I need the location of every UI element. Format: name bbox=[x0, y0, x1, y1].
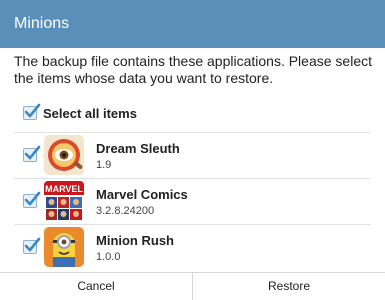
app-checkbox[interactable] bbox=[23, 237, 41, 254]
restore-button[interactable]: Restore bbox=[192, 273, 385, 300]
cancel-button[interactable]: Cancel bbox=[0, 273, 192, 300]
dialog-message: The backup file contains these applicati… bbox=[14, 53, 372, 86]
checkmark-icon bbox=[24, 237, 41, 252]
select-all-checkbox[interactable] bbox=[23, 103, 41, 120]
app-name: Marvel Comics bbox=[96, 187, 188, 202]
select-all-row[interactable]: Select all items bbox=[23, 103, 137, 122]
app-row-dream-sleuth[interactable]: Dream Sleuth 1.9 bbox=[0, 134, 385, 178]
app-row-marvel-comics[interactable]: MARVEL Marvel Comics 3.2.8.24200 bbox=[0, 180, 385, 224]
marvel-logo-text: MARVEL bbox=[45, 184, 83, 194]
dialog-title: Minions bbox=[14, 15, 70, 32]
checkmark-icon bbox=[24, 191, 41, 206]
app-version: 3.2.8.24200 bbox=[96, 205, 155, 217]
app-checkbox[interactable] bbox=[23, 145, 41, 162]
app-row-minion-rush[interactable]: Minion Rush 1.0.0 bbox=[0, 226, 385, 270]
checkmark-icon bbox=[24, 103, 41, 118]
dream-sleuth-icon bbox=[44, 135, 84, 175]
divider bbox=[14, 178, 371, 179]
checkmark-icon bbox=[24, 145, 41, 160]
minion-rush-icon bbox=[44, 227, 84, 267]
app-version: 1.0.0 bbox=[96, 251, 121, 263]
app-name: Minion Rush bbox=[96, 233, 174, 248]
dialog-title-bar: Minions bbox=[0, 0, 385, 48]
select-all-label: Select all items bbox=[43, 105, 137, 121]
dialog-button-bar: Cancel Restore bbox=[0, 272, 385, 300]
app-checkbox[interactable] bbox=[23, 191, 41, 208]
marvel-comics-icon: MARVEL bbox=[44, 181, 84, 221]
divider bbox=[14, 132, 371, 133]
divider bbox=[14, 224, 371, 225]
app-version: 1.9 bbox=[96, 159, 112, 171]
app-name: Dream Sleuth bbox=[96, 141, 180, 156]
